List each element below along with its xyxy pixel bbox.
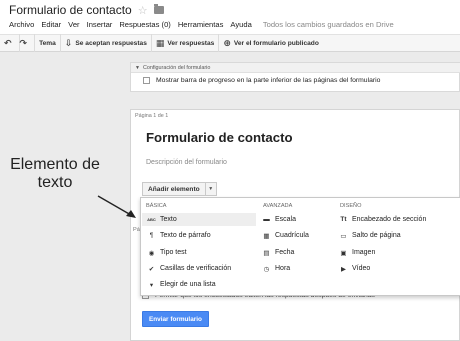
annotation-arrow: [97, 195, 136, 218]
forms-editor-window: Formulario de contacto ☆ Archivo Editar …: [0, 0, 460, 341]
